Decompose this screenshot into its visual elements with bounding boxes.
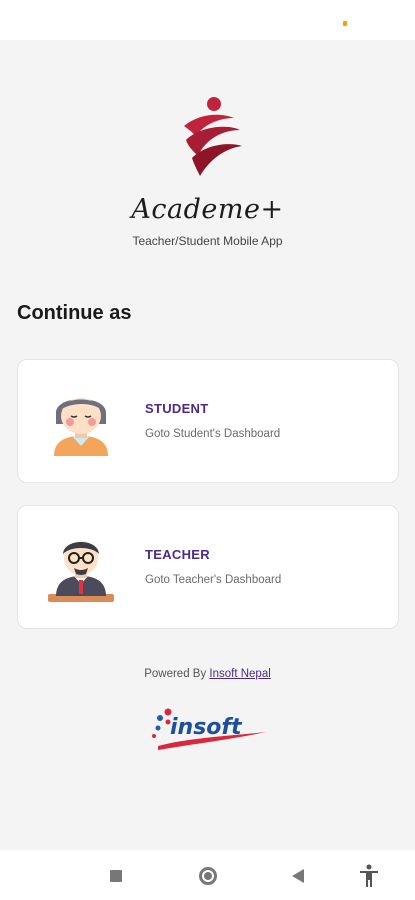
- app-subtitle: Teacher/Student Mobile App: [132, 234, 283, 248]
- notification-dot: [343, 21, 347, 26]
- teacher-avatar-icon: [48, 530, 114, 604]
- home-icon-dot: [204, 872, 212, 880]
- teacher-description: Goto Teacher's Dashboard: [145, 574, 282, 586]
- insoft-nepal-link[interactable]: Insoft Nepal: [209, 668, 270, 680]
- teacher-title: TEACHER: [145, 547, 210, 562]
- teacher-option-card[interactable]: TEACHER Goto Teacher's Dashboard: [17, 505, 399, 629]
- system-nav-bar: [0, 850, 415, 900]
- academe-logo: [170, 96, 246, 178]
- student-option-card[interactable]: STUDENT Goto Student's Dashboard: [17, 359, 399, 483]
- back-icon[interactable]: [292, 869, 304, 883]
- student-avatar-icon: [48, 384, 114, 458]
- status-bar: [0, 0, 415, 40]
- recents-icon[interactable]: [110, 870, 122, 882]
- app-name: Academe+: [131, 194, 284, 225]
- insoft-logo: insoft: [148, 704, 272, 752]
- continue-heading: Continue as: [17, 302, 132, 324]
- student-title: STUDENT: [145, 401, 209, 416]
- home-icon[interactable]: [199, 867, 217, 885]
- student-description: Goto Student's Dashboard: [145, 428, 281, 440]
- powered-by-text: Powered By Insoft Nepal: [0, 668, 415, 680]
- powered-by-label: Powered By: [144, 668, 210, 680]
- accessibility-icon[interactable]: [358, 864, 380, 888]
